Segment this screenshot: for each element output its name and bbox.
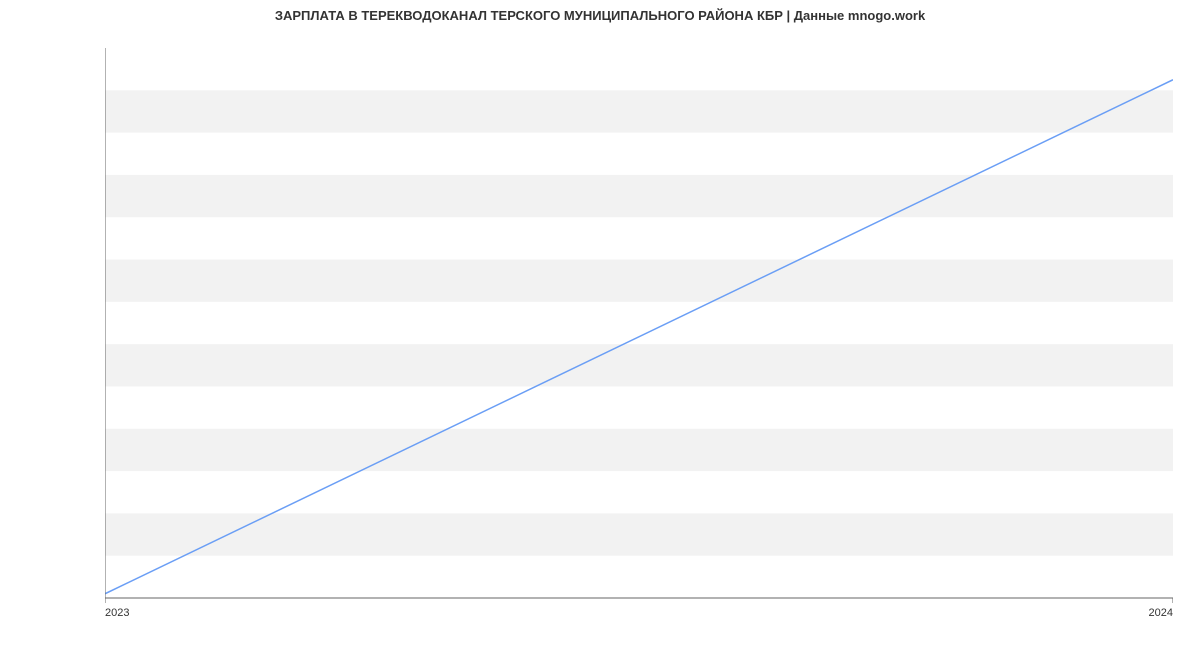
x-tick-label: 2023: [105, 607, 129, 619]
chart-plot-area: 1920019400196001980020000202002040020600…: [105, 48, 1173, 598]
grid-band: [105, 513, 1173, 555]
grid-band: [105, 260, 1173, 302]
grid-band: [105, 90, 1173, 132]
grid-band: [105, 175, 1173, 217]
x-tick-label: 2024: [1149, 607, 1173, 619]
grid-band: [105, 344, 1173, 386]
grid-band: [105, 429, 1173, 471]
chart-title: ЗАРПЛАТА В ТЕРЕКВОДОКАНАЛ ТЕРСКОГО МУНИЦ…: [0, 8, 1200, 23]
